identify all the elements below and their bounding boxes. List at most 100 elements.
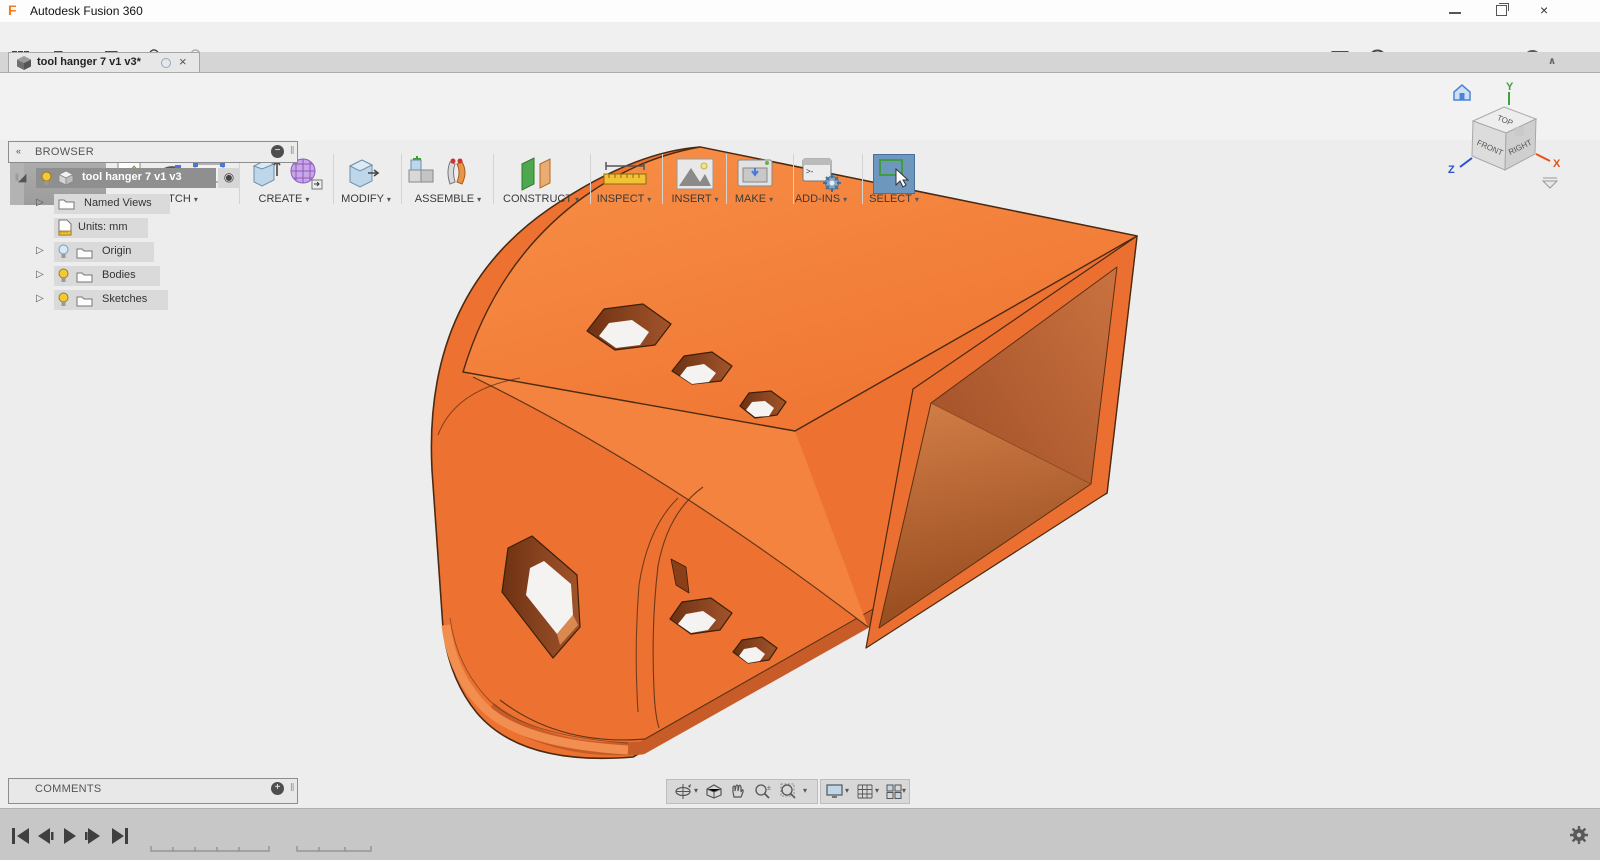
group-divider: [493, 154, 494, 204]
insert-image-icon[interactable]: [676, 158, 714, 190]
document-tab-title: tool hanger 7 v1 v3*: [37, 56, 141, 68]
group-label: SELECT: [869, 193, 912, 205]
group-divider: [333, 154, 334, 204]
comments-add-icon[interactable]: +: [271, 782, 284, 795]
ribbon-toolbar: ‖ MODEL ▾: [0, 72, 1600, 140]
browser-row-root[interactable]: ◢ tool hanger 7 v1 v3 ◉: [0, 168, 300, 188]
browser-row-origin[interactable]: ▷ Origin: [0, 242, 300, 262]
folder-icon: [76, 294, 93, 307]
document-tab[interactable]: tool hanger 7 v1 v3* ×: [8, 52, 200, 72]
group-divider: [793, 154, 794, 204]
browser-row-sketches[interactable]: ▷ Sketches: [0, 290, 300, 310]
new-component-icon[interactable]: [406, 156, 440, 192]
row-label: Units: mm: [78, 221, 128, 233]
expand-closed-icon[interactable]: ▷: [36, 197, 44, 208]
visibility-bulb-off-icon[interactable]: [58, 244, 69, 259]
measure-icon[interactable]: [600, 160, 650, 188]
visibility-bulb-icon[interactable]: [58, 292, 69, 307]
viewcube-menu-icon[interactable]: [1543, 178, 1557, 188]
group-caret-icon: ▾: [575, 195, 579, 204]
group-caret-icon: ▾: [387, 195, 391, 204]
zoom-window-icon[interactable]: [779, 783, 799, 800]
activate-component-icon[interactable]: ◉: [218, 168, 240, 188]
3d-print-icon[interactable]: [736, 158, 774, 190]
visibility-bulb-icon[interactable]: [58, 268, 69, 283]
x-axis-line: [1536, 154, 1550, 161]
group-label: ADD-INS: [795, 193, 840, 205]
zoom-window-caret-icon[interactable]: ▾: [803, 786, 807, 795]
orbit-caret-icon[interactable]: ▾: [694, 786, 698, 795]
browser-drag-handle[interactable]: ‖: [290, 145, 295, 157]
group-label: MODIFY: [341, 193, 384, 205]
nav-bar-display: ▾ ▾ ▾: [820, 779, 910, 804]
ribbon-group-assemble[interactable]: ASSEMBLE ▾: [406, 193, 490, 206]
display-settings-icon[interactable]: [826, 784, 843, 799]
fusion-logo-icon: F: [8, 3, 23, 18]
orbit-icon[interactable]: [673, 783, 693, 800]
z-axis-label: Z: [1448, 164, 1455, 176]
select-tool-button[interactable]: [873, 154, 915, 194]
press-pull-icon[interactable]: [346, 156, 382, 192]
close-icon[interactable]: ×: [1540, 2, 1548, 18]
browser-title: BROWSER: [35, 146, 94, 158]
viewports-icon[interactable]: [886, 784, 902, 799]
minimize-icon[interactable]: [1449, 12, 1461, 14]
group-label: ASSEMBLE: [415, 193, 474, 205]
timeline-settings-gear-icon[interactable]: [1568, 824, 1590, 846]
grid-caret-icon[interactable]: ▾: [875, 786, 879, 795]
svg-text:>-: >-: [806, 167, 814, 176]
browser-minimize-icon[interactable]: −: [271, 145, 284, 158]
joint-icon[interactable]: [444, 156, 474, 192]
browser-row-bodies[interactable]: ▷ Bodies: [0, 266, 300, 286]
viewcube-home-icon[interactable]: [1454, 85, 1470, 100]
browser-panel-header[interactable]: « BROWSER − ‖: [8, 141, 298, 163]
y-axis-label: Y: [1506, 81, 1514, 93]
row-label: Bodies: [102, 269, 136, 281]
select-cursor-icon: [874, 155, 914, 193]
units-document-icon: [58, 219, 72, 236]
display-caret-icon[interactable]: ▾: [845, 786, 849, 795]
tab-close-icon[interactable]: ×: [179, 54, 187, 69]
viewports-caret-icon[interactable]: ▾: [902, 786, 906, 795]
visibility-bulb-icon[interactable]: [41, 171, 52, 186]
quick-access-toolbar: ▾ ↶ ▾ ↷ ▾ Igor Albuquerque ▾ ? ▾: [0, 22, 1600, 53]
document-tab-strip: [0, 52, 1600, 73]
grid-icon[interactable]: [857, 784, 873, 799]
expand-open-icon[interactable]: ◢: [18, 171, 26, 184]
scripts-addins-icon[interactable]: >-: [802, 158, 842, 192]
comments-panel-header[interactable]: COMMENTS + ‖: [8, 778, 298, 804]
browser-row-named-views[interactable]: ▷ Named Views: [0, 194, 300, 214]
collapse-toolbar-icon[interactable]: ∧: [1548, 56, 1556, 67]
browser-row-units[interactable]: Units: mm: [0, 218, 300, 238]
group-label: MAKE: [735, 193, 766, 205]
row-label: Origin: [102, 245, 131, 257]
folder-icon: [76, 246, 93, 259]
play-button[interactable]: [64, 828, 76, 844]
step-back-button[interactable]: [38, 828, 54, 844]
ribbon-group-construct[interactable]: CONSTRUCT ▾: [499, 193, 583, 206]
group-divider: [726, 154, 727, 204]
model-body[interactable]: [431, 147, 1137, 758]
construct-plane-icon[interactable]: [516, 156, 560, 192]
x-axis-label: X: [1553, 158, 1561, 170]
z-axis-line: [1460, 158, 1472, 167]
expand-closed-icon[interactable]: ▷: [36, 269, 44, 280]
go-to-end-button[interactable]: [112, 828, 128, 844]
ribbon-group-select[interactable]: SELECT ▾: [852, 193, 936, 206]
look-at-icon[interactable]: [705, 784, 723, 799]
group-label: INSPECT: [597, 193, 644, 205]
group-label: INSERT: [671, 193, 711, 205]
ribbon-group-addins[interactable]: ADD-INS ▾: [779, 193, 863, 206]
expand-closed-icon[interactable]: ▷: [36, 293, 44, 304]
go-to-start-button[interactable]: [12, 828, 29, 844]
pan-hand-icon[interactable]: [729, 783, 745, 800]
viewcube[interactable]: Y Z X TOP FRONT RIGHT: [1440, 78, 1570, 198]
component-cube-icon: [58, 171, 74, 185]
ribbon-group-modify[interactable]: MODIFY ▾: [324, 193, 408, 206]
comments-drag-handle[interactable]: ‖: [290, 782, 295, 794]
zoom-icon[interactable]: ±: [753, 783, 773, 800]
browser-collapse-icon[interactable]: «: [16, 146, 21, 156]
group-divider: [862, 154, 863, 204]
step-forward-button[interactable]: [85, 828, 100, 844]
expand-closed-icon[interactable]: ▷: [36, 245, 44, 256]
